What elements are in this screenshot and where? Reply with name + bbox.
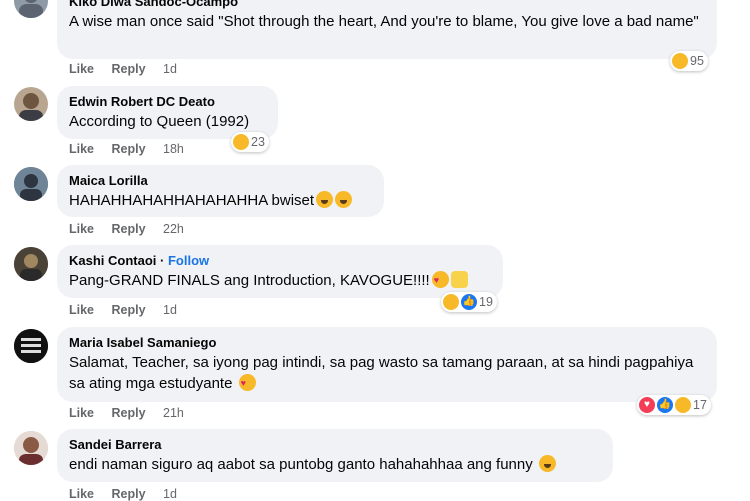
reply-button[interactable]: Reply — [112, 303, 146, 317]
comment-text-content: Salamat, Teacher, sa iyong pag intindi, … — [69, 354, 694, 392]
like-button[interactable]: Like — [69, 142, 94, 156]
reply-button[interactable]: Reply — [112, 222, 146, 236]
comment-author[interactable]: Kiko Diwa Sandoc-Ocampo — [69, 0, 705, 10]
reaction-summary[interactable]: 👍 19 — [441, 292, 497, 312]
avatar[interactable] — [14, 247, 48, 281]
comment-actions: Like Reply 21h — [69, 406, 198, 420]
comment-actions: Like Reply 22h — [69, 222, 198, 236]
haha-reaction-icon — [233, 134, 249, 150]
heart-eyes-emoji-icon — [238, 373, 256, 394]
comment-text-content: endi naman siguro aq aabot sa puntobg ga… — [69, 456, 533, 473]
crying-emoji-icon — [538, 455, 556, 472]
reaction-summary[interactable]: 95 — [670, 51, 708, 71]
comment-text: Pang-GRAND FINALS ang Introduction, KAVO… — [69, 270, 491, 291]
comment-text: A wise man once said "Shot through the h… — [69, 13, 699, 30]
comment-actions: Like Reply 1d — [69, 303, 191, 317]
like-button[interactable]: Like — [69, 62, 94, 76]
comment-author[interactable]: Maria Isabel Samaniego — [69, 334, 705, 351]
like-button[interactable]: Like — [69, 406, 94, 420]
comment-text: endi naman siguro aq aabot sa puntobg ga… — [69, 454, 601, 475]
comment-actions: Like Reply 18h — [69, 142, 198, 156]
comment-text: HAHAHHAHAHHAHAHAHHA bwiset — [69, 190, 372, 211]
timestamp[interactable]: 18h — [163, 142, 184, 156]
separator-dot: · — [160, 253, 168, 268]
comment-actions: Like Reply 1d — [69, 62, 191, 76]
comment-author[interactable]: Maica Lorilla — [69, 172, 372, 189]
comment-bubble: Maica Lorilla HAHAHHAHAHHAHAHAHHA bwiset — [57, 165, 384, 217]
haha-reaction-icon — [443, 294, 459, 310]
haha-reaction-icon — [672, 53, 688, 69]
timestamp[interactable]: 1d — [163, 487, 177, 501]
haha-reaction-icon — [675, 397, 691, 413]
comment-bubble: Kashi Contaoi · Follow Pang-GRAND FINALS… — [57, 245, 503, 298]
reaction-summary[interactable]: ♥ 👍 17 — [637, 395, 711, 415]
crying-emoji-icon — [335, 191, 353, 208]
comment-bubble: Sandei Barrera endi naman siguro aq aabo… — [57, 429, 613, 482]
avatar[interactable] — [14, 329, 48, 363]
reaction-count: 23 — [251, 135, 265, 149]
avatar[interactable] — [14, 87, 48, 121]
follow-button[interactable]: Follow — [168, 253, 209, 268]
comment-author[interactable]: Kashi Contaoi — [69, 253, 156, 268]
reaction-count: 17 — [693, 398, 707, 412]
comment-bubble: Maria Isabel Samaniego Salamat, Teacher,… — [57, 327, 717, 402]
like-button[interactable]: Like — [69, 303, 94, 317]
like-reaction-icon: 👍 — [461, 294, 477, 310]
like-button[interactable]: Like — [69, 487, 94, 501]
comment-text-content: Pang-GRAND FINALS ang Introduction, KAVO… — [69, 272, 430, 289]
love-reaction-icon: ♥ — [639, 397, 655, 413]
reply-button[interactable]: Reply — [112, 487, 146, 501]
comment-bubble: Kiko Diwa Sandoc-Ocampo A wise man once … — [57, 0, 717, 59]
like-reaction-icon: 👍 — [657, 397, 673, 413]
timestamp[interactable]: 22h — [163, 222, 184, 236]
comment-author-row: Kashi Contaoi · Follow — [69, 252, 491, 269]
reply-button[interactable]: Reply — [112, 406, 146, 420]
reaction-count: 95 — [690, 54, 704, 68]
crying-emoji-icon — [316, 191, 334, 208]
avatar[interactable] — [14, 431, 48, 465]
avatar[interactable] — [14, 0, 48, 18]
raised-hands-emoji-icon — [450, 271, 468, 288]
comment-actions: Like Reply 1d — [69, 487, 191, 501]
timestamp[interactable]: 1d — [163, 62, 177, 76]
comment-text: According to Queen (1992) — [69, 113, 250, 130]
comment-author[interactable]: Edwin Robert DC Deato — [69, 93, 266, 110]
reaction-count: 19 — [479, 295, 493, 309]
comment-author[interactable]: Sandei Barrera — [69, 436, 601, 453]
reply-button[interactable]: Reply — [112, 62, 146, 76]
timestamp[interactable]: 1d — [163, 303, 177, 317]
comment-text-content: HAHAHHAHAHHAHAHAHHA bwiset — [69, 192, 315, 209]
comment-text: Salamat, Teacher, sa iyong pag intindi, … — [69, 352, 705, 394]
timestamp[interactable]: 21h — [163, 406, 184, 420]
reply-button[interactable]: Reply — [112, 142, 146, 156]
reaction-summary[interactable]: 23 — [231, 132, 269, 152]
like-button[interactable]: Like — [69, 222, 94, 236]
heart-eyes-emoji-icon — [431, 270, 449, 291]
avatar[interactable] — [14, 167, 48, 201]
